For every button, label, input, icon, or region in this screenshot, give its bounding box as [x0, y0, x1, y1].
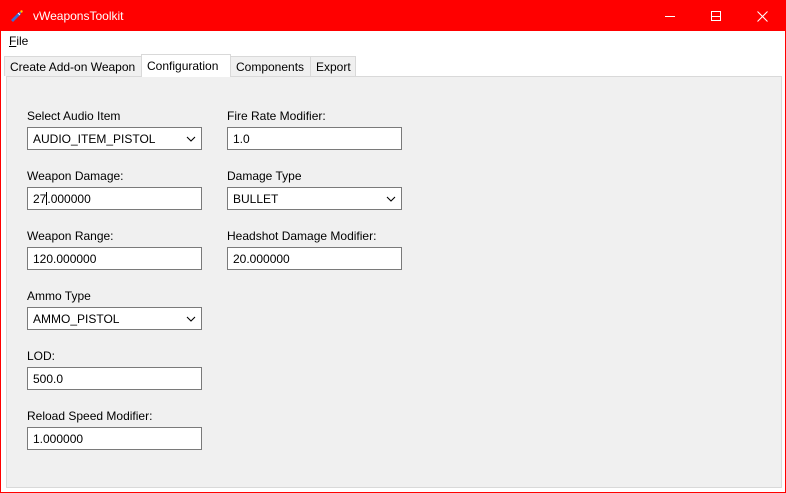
weapon-damage-label: Weapon Damage:	[27, 169, 124, 183]
tab-components[interactable]: Components	[230, 56, 311, 76]
damage-type-select[interactable]: BULLET	[227, 187, 402, 210]
menu-bar: File	[1, 31, 785, 51]
chevron-down-icon	[186, 136, 196, 142]
audio-item-label: Select Audio Item	[27, 109, 121, 123]
menu-file[interactable]: File	[9, 34, 28, 48]
window-title: vWeaponsToolkit	[33, 9, 124, 23]
fire-rate-input[interactable]: 1.0	[227, 127, 402, 150]
weapon-icon	[9, 8, 25, 24]
close-icon	[756, 10, 768, 22]
close-button[interactable]	[739, 1, 785, 31]
maximize-button[interactable]	[693, 1, 739, 31]
headshot-modifier-label: Headshot Damage Modifier:	[227, 229, 377, 243]
reload-speed-label: Reload Speed Modifier:	[27, 409, 153, 423]
minimize-control[interactable]	[647, 1, 693, 31]
tab-create-addon-weapon[interactable]: Create Add-on Weapon	[4, 56, 142, 76]
tab-export[interactable]: Export	[310, 56, 356, 76]
headshot-modifier-input[interactable]: 20.000000	[227, 247, 402, 270]
damage-type-label: Damage Type	[227, 169, 302, 183]
reload-speed-input[interactable]: 1.000000	[27, 427, 202, 450]
weapon-range-input[interactable]: 120.000000	[27, 247, 202, 270]
app-window: vWeaponsToolkit File Create Add-on Weapo…	[0, 0, 786, 493]
ammo-type-label: Ammo Type	[27, 289, 91, 303]
lod-label: LOD:	[27, 349, 56, 363]
chevron-down-icon	[186, 316, 196, 322]
minimize-icon	[665, 16, 675, 17]
configuration-panel: Select Audio Item AUDIO_ITEM_PISTOL Weap…	[6, 76, 782, 488]
tab-configuration[interactable]: Configuration	[141, 54, 231, 77]
weapon-range-label: Weapon Range:	[27, 229, 114, 243]
weapon-damage-input[interactable]: 27.000000	[27, 187, 202, 210]
lod-input[interactable]: 500.0	[27, 367, 202, 390]
audio-item-select[interactable]: AUDIO_ITEM_PISTOL	[27, 127, 202, 150]
maximize-icon	[711, 11, 721, 21]
fire-rate-label: Fire Rate Modifier:	[227, 109, 326, 123]
tab-strip: Create Add-on Weapon Configuration Compo…	[4, 54, 782, 77]
chevron-down-icon	[386, 196, 396, 202]
ammo-type-select[interactable]: AMMO_PISTOL	[27, 307, 202, 330]
